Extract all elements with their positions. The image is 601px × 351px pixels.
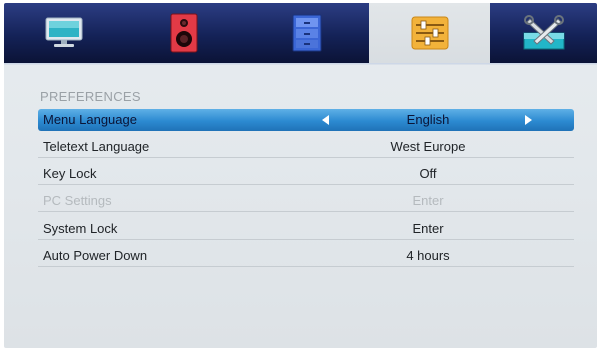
row-label: PC Settings (43, 193, 112, 208)
row-value: 4 hours (406, 248, 450, 263)
row-label: Teletext Language (43, 139, 150, 154)
menu-tab-bar (4, 3, 597, 63)
row-separator (38, 211, 574, 212)
row-value: Enter (412, 193, 444, 208)
row-value: English (406, 112, 450, 127)
arrow-right-icon[interactable] (525, 115, 532, 125)
row-label: Menu Language (43, 112, 137, 127)
menu-row-teletext-language[interactable]: Teletext Language West Europe (38, 136, 574, 158)
section-title: PREFERENCES (40, 89, 141, 104)
menu-row-pc-settings: PC Settings Enter (38, 190, 574, 212)
monitor-icon (45, 17, 83, 47)
row-label: System Lock (43, 221, 118, 236)
menu-row-system-lock[interactable]: System Lock Enter (38, 218, 574, 240)
tools-icon (523, 15, 564, 50)
row-value: Enter (412, 221, 444, 236)
row-separator (38, 184, 574, 185)
menu-row-key-lock[interactable]: Key Lock Off (38, 163, 574, 185)
menu-row-menu-language[interactable]: Menu Language English (38, 109, 574, 131)
tab-sound[interactable] (124, 3, 244, 63)
tab-channel[interactable] (244, 3, 369, 63)
row-label: Key Lock (43, 166, 97, 181)
tab-tools[interactable] (490, 3, 597, 63)
row-label: Auto Power Down (43, 248, 148, 263)
row-value: Off (419, 166, 437, 181)
row-separator (38, 239, 574, 240)
row-separator (38, 266, 574, 267)
sliders-icon (411, 16, 448, 50)
menu-row-auto-power-down[interactable]: Auto Power Down 4 hours (38, 245, 574, 267)
tab-setup[interactable] (369, 3, 490, 63)
cabinet-icon (292, 14, 321, 52)
tab-bar-divider (4, 63, 597, 65)
tab-picture[interactable] (4, 3, 124, 63)
tv-menu-screen: PREFERENCES Menu Language English Telete… (4, 3, 597, 348)
row-value: West Europe (390, 139, 466, 154)
speaker-icon (170, 13, 198, 53)
row-separator (38, 157, 574, 158)
